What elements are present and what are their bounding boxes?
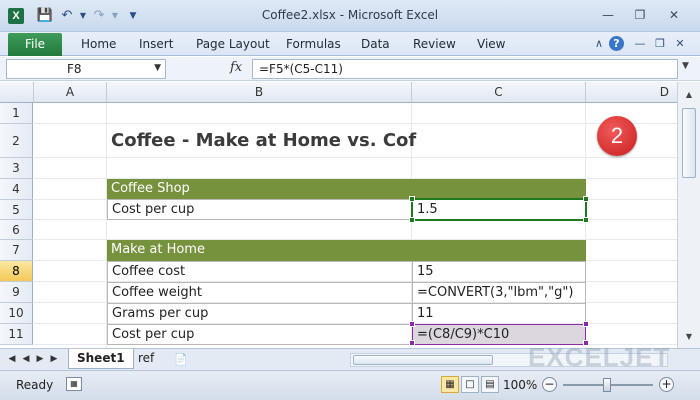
tab-page-layout[interactable]: Page Layout: [196, 37, 270, 51]
tab-file[interactable]: File: [8, 33, 62, 56]
last-sheet-icon[interactable]: ▶: [48, 353, 60, 366]
ribbon-tabs: File Home Insert Page Layout Formulas Da…: [0, 32, 700, 56]
vertical-scrollbar[interactable]: ▲ ▼: [677, 82, 700, 348]
reference-handle[interactable]: [409, 321, 415, 327]
expand-formula-bar-icon[interactable]: ▼: [682, 61, 689, 71]
vertical-scroll-thumb[interactable]: [682, 108, 696, 178]
scroll-up-icon[interactable]: ▲: [682, 88, 696, 102]
insert-sheet-icon[interactable]: 📄: [174, 353, 188, 366]
row-header-7[interactable]: 7: [0, 240, 33, 261]
row-header-11[interactable]: 11: [0, 324, 33, 345]
tab-review[interactable]: Review: [413, 37, 456, 51]
row-header-5[interactable]: 5: [0, 200, 33, 220]
coffee-weight-value[interactable]: =CONVERT(3,"lbm","g"): [412, 282, 586, 304]
restore-icon[interactable]: ❐: [626, 6, 654, 24]
name-box[interactable]: F8 ▼: [6, 59, 166, 79]
gridline: [34, 220, 677, 240]
formula-bar: F8 ▼ fx =F5*(C5-C11) ▼: [0, 57, 700, 81]
workbook-restore-icon[interactable]: ❐: [652, 37, 668, 51]
next-sheet-icon[interactable]: ▶: [34, 353, 46, 366]
sheet-tab-sheet1[interactable]: Sheet1: [68, 349, 134, 369]
tab-insert[interactable]: Insert: [139, 37, 173, 51]
cost-per-cup-home-label[interactable]: Cost per cup: [107, 324, 413, 345]
column-header-c[interactable]: C: [412, 82, 586, 103]
coffee-cost-value[interactable]: 15: [412, 261, 586, 283]
selection-handle[interactable]: [409, 196, 415, 202]
cost-per-cup-shop-label[interactable]: Cost per cup: [107, 199, 413, 220]
selection-handle[interactable]: [583, 217, 589, 223]
row-header-1[interactable]: 1: [0, 103, 33, 124]
zoom-out-icon[interactable]: −: [542, 377, 557, 392]
help-icon[interactable]: ?: [609, 36, 624, 51]
selection-handle[interactable]: [583, 196, 589, 202]
grams-per-cup-label[interactable]: Grams per cup: [107, 303, 413, 325]
tab-data[interactable]: Data: [361, 37, 390, 51]
row-header-6[interactable]: 6: [0, 220, 33, 240]
tab-home[interactable]: Home: [81, 37, 116, 51]
previous-sheet-icon[interactable]: ◀: [20, 353, 32, 366]
sheet-title[interactable]: Coffee - Make at Home vs. Cof: [107, 124, 577, 158]
make-at-home-header[interactable]: Make at Home: [107, 240, 586, 261]
column-header-b[interactable]: B: [107, 82, 412, 103]
scroll-down-icon[interactable]: ▼: [682, 330, 696, 344]
status-ready: Ready: [16, 378, 54, 392]
row-header-9[interactable]: 9: [0, 282, 33, 303]
name-box-value: F8: [67, 62, 82, 76]
gridline: [34, 158, 677, 179]
row-header-8[interactable]: 8: [0, 261, 33, 282]
exceljet-watermark: EXCELJET: [528, 342, 671, 372]
row-header-2[interactable]: 2: [0, 124, 33, 158]
zoom-slider-knob[interactable]: [603, 378, 611, 392]
horizontal-scroll-thumb[interactable]: [353, 355, 493, 365]
page-layout-view-icon[interactable]: □: [461, 376, 479, 393]
ribbon-minimize-icon[interactable]: ∧: [591, 37, 607, 51]
close-icon[interactable]: ✕: [660, 6, 688, 24]
zoom-in-icon[interactable]: +: [659, 377, 674, 392]
tab-formulas[interactable]: Formulas: [286, 37, 341, 51]
coffee-shop-header[interactable]: Coffee Shop: [107, 179, 586, 199]
page-break-preview-icon[interactable]: ▤: [481, 376, 499, 393]
row-header-4[interactable]: 4: [0, 179, 33, 200]
insert-function-icon[interactable]: fx: [230, 60, 242, 75]
column-header-d[interactable]: D: [586, 82, 677, 103]
row-header-10[interactable]: 10: [0, 303, 33, 324]
grams-per-cup-value[interactable]: 11: [412, 303, 586, 325]
tab-view[interactable]: View: [477, 37, 505, 51]
workbook-minimize-icon[interactable]: —: [632, 37, 648, 51]
name-box-dropdown-icon[interactable]: ▼: [154, 63, 161, 73]
coffee-weight-label[interactable]: Coffee weight: [107, 282, 413, 304]
workbook-close-icon[interactable]: ✕: [672, 37, 688, 51]
macro-record-icon[interactable]: ▦: [66, 377, 82, 391]
title-bar: X 💾 ↶ ▼ ↷ ▼ ▼ Coffee2.xlsx - Microsoft E…: [0, 0, 700, 32]
zoom-level[interactable]: 100%: [503, 378, 537, 392]
reference-handle[interactable]: [583, 321, 589, 327]
sheet-tab-ref[interactable]: ref: [130, 349, 162, 369]
worksheet-grid[interactable]: A B C D 1 2 3 4 5 6 7 8 9 10 11 Coffee -…: [0, 82, 677, 348]
first-sheet-icon[interactable]: ◀: [6, 353, 18, 366]
step-number-badge: 2: [597, 116, 637, 156]
status-bar: Ready ▦ ▦ □ ▤ 100% − +: [0, 370, 700, 400]
selection-handle[interactable]: [409, 217, 415, 223]
column-header-a[interactable]: A: [34, 82, 107, 103]
minimize-icon[interactable]: —: [594, 6, 622, 24]
coffee-cost-label[interactable]: Coffee cost: [107, 261, 413, 283]
row-header-3[interactable]: 3: [0, 158, 33, 179]
normal-view-icon[interactable]: ▦: [441, 376, 459, 393]
select-all-corner[interactable]: [0, 82, 34, 103]
formula-input[interactable]: =F5*(C5-C11): [252, 59, 678, 79]
gridline: [34, 103, 677, 124]
reference-handle[interactable]: [409, 340, 415, 346]
cost-per-cup-shop-value[interactable]: 1.5: [411, 198, 587, 221]
